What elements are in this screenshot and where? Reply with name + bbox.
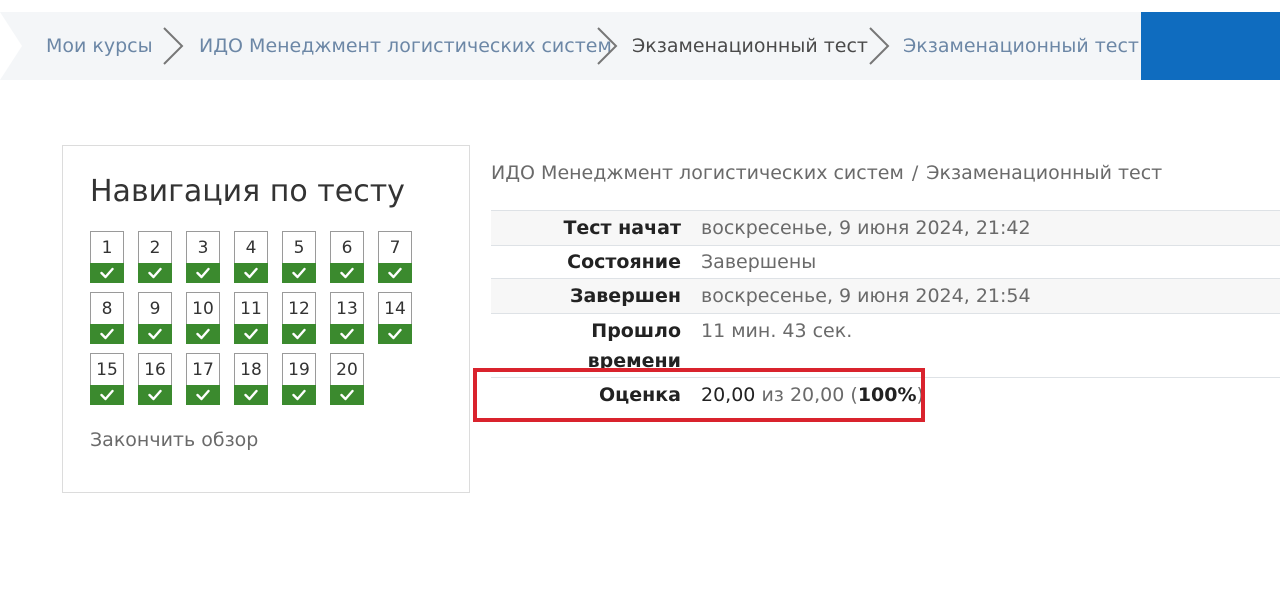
question-button[interactable]: 8	[90, 292, 124, 344]
question-number: 14	[384, 299, 406, 319]
question-number: 6	[341, 238, 353, 258]
question-number: 2	[149, 238, 161, 258]
question-number: 19	[288, 360, 310, 380]
row-state: Состояние Завершены	[491, 245, 1280, 278]
question-number: 10	[192, 299, 214, 319]
question-number: 1	[101, 238, 113, 258]
checkmark-icon	[234, 385, 268, 405]
question-number: 18	[240, 360, 262, 380]
checkmark-icon	[138, 263, 172, 283]
row-value: воскресенье, 9 июня 2024, 21:42	[701, 217, 1031, 239]
question-number: 17	[192, 360, 214, 380]
checkmark-icon	[138, 324, 172, 344]
summary-separator: /	[911, 162, 919, 184]
checkmark-icon	[378, 263, 412, 283]
question-number: 15	[96, 360, 118, 380]
question-button[interactable]: 12	[282, 292, 316, 344]
question-number: 9	[149, 299, 161, 319]
checkmark-icon	[234, 324, 268, 344]
summary-course-link[interactable]: ИДО Менеджмент логистических систем	[491, 162, 904, 184]
quiz-navigation-title: Навигация по тесту	[90, 174, 405, 209]
chevron-right-icon	[862, 26, 902, 66]
checkmark-icon	[186, 324, 220, 344]
question-button[interactable]: 3	[186, 231, 220, 283]
checkmark-icon	[282, 324, 316, 344]
question-number: 3	[197, 238, 209, 258]
question-button[interactable]: 9	[138, 292, 172, 344]
question-number: 7	[389, 238, 401, 258]
row-label: Прошло времени	[491, 316, 691, 376]
row-value: Завершены	[701, 251, 817, 273]
row-label: Завершен	[569, 285, 681, 307]
grade-highlight-box	[473, 368, 925, 422]
question-button[interactable]: 15	[90, 353, 124, 405]
checkmark-icon	[90, 385, 124, 405]
question-button[interactable]: 5	[282, 231, 316, 283]
row-started: Тест начат воскресенье, 9 июня 2024, 21:…	[491, 210, 1280, 245]
row-label: Тест начат	[563, 217, 681, 239]
question-button[interactable]: 6	[330, 231, 364, 283]
quiz-navigation-panel: Навигация по тесту 1 2 3 4 5 6 7 8 9 10 11 12 13 14 15…	[62, 145, 470, 493]
checkmark-icon	[186, 263, 220, 283]
checkmark-icon	[186, 385, 220, 405]
finish-review-link[interactable]: Закончить обзор	[90, 429, 258, 451]
question-number: 4	[245, 238, 257, 258]
question-button[interactable]: 14	[378, 292, 412, 344]
checkmark-icon	[90, 263, 124, 283]
summary-breadcrumb: ИДО Менеджмент логистических систем / Экза…	[491, 162, 1162, 184]
header-accent-block	[1141, 12, 1280, 80]
question-button[interactable]: 10	[186, 292, 220, 344]
question-button[interactable]: 18	[234, 353, 268, 405]
checkmark-icon	[138, 385, 172, 405]
checkmark-icon	[330, 385, 364, 405]
question-button[interactable]: 11	[234, 292, 268, 344]
checkmark-icon	[330, 263, 364, 283]
question-button[interactable]: 1	[90, 231, 124, 283]
question-number: 13	[336, 299, 358, 319]
question-button[interactable]: 2	[138, 231, 172, 283]
checkmark-icon	[282, 385, 316, 405]
chevron-right-icon	[156, 26, 196, 66]
breadcrumb-my-courses[interactable]: Мои курсы	[46, 12, 153, 80]
question-button[interactable]: 16	[138, 353, 172, 405]
question-number: 16	[144, 360, 166, 380]
summary-quiz-link[interactable]: Экзаменационный тест	[926, 162, 1162, 184]
breadcrumb-quiz-section: Экзаменационный тест	[632, 35, 868, 57]
chevron-right-icon	[590, 26, 630, 66]
breadcrumb-course[interactable]: ИДО Менеджмент логистических систем	[199, 12, 612, 80]
row-label-line1: Прошло	[591, 320, 681, 342]
question-button[interactable]: 4	[234, 231, 268, 283]
checkmark-icon	[282, 263, 316, 283]
question-number: 20	[336, 360, 358, 380]
checkmark-icon	[90, 324, 124, 344]
row-label: Состояние	[567, 251, 681, 273]
checkmark-icon	[234, 263, 268, 283]
question-button[interactable]: 20	[330, 353, 364, 405]
checkmark-icon	[330, 324, 364, 344]
question-button[interactable]: 17	[186, 353, 220, 405]
breadcrumb-notch	[0, 12, 22, 80]
question-number: 11	[240, 299, 262, 319]
row-value: 11 мин. 43 сек.	[701, 320, 853, 342]
breadcrumb: Мои курсы ИДО Менеджмент логистических с…	[0, 12, 1280, 80]
question-number: 12	[288, 299, 310, 319]
question-button[interactable]: 19	[282, 353, 316, 405]
question-number: 5	[293, 238, 305, 258]
question-button[interactable]: 7	[378, 231, 412, 283]
checkmark-icon	[378, 324, 412, 344]
question-number: 8	[101, 299, 113, 319]
row-completed: Завершен воскресенье, 9 июня 2024, 21:54	[491, 278, 1280, 313]
row-value: воскресенье, 9 июня 2024, 21:54	[701, 285, 1031, 307]
question-button[interactable]: 13	[330, 292, 364, 344]
breadcrumb-quiz[interactable]: Экзаменационный тест	[903, 12, 1139, 80]
